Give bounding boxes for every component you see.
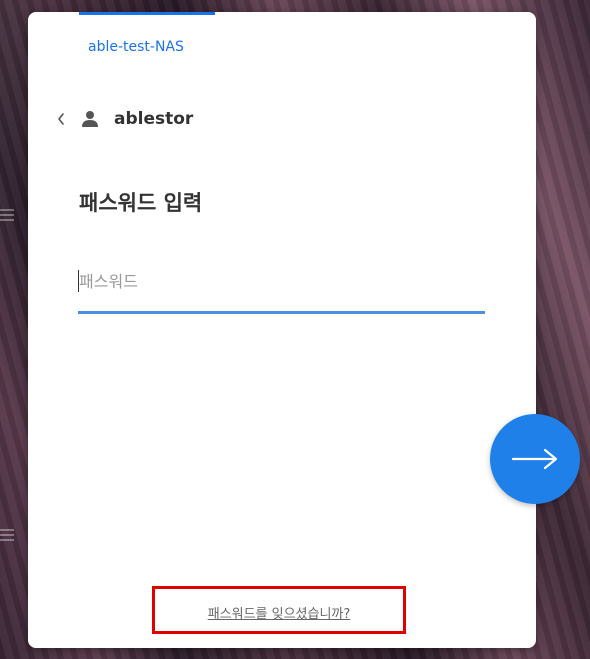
background-app-icon xyxy=(0,525,22,565)
nas-name-label: able-test-NAS xyxy=(88,39,184,55)
chevron-left-icon xyxy=(58,113,64,125)
tab-accent-bar xyxy=(79,12,215,15)
password-input[interactable] xyxy=(78,267,486,295)
background-app-icon xyxy=(0,205,22,245)
username-label: ablestor xyxy=(114,109,194,129)
user-icon xyxy=(80,109,100,129)
password-field-wrapper xyxy=(78,257,486,314)
login-card: able-test-NAS ablestor 패스워드 입력 패스워드를 잊으셨… xyxy=(28,12,536,648)
user-row: ablestor xyxy=(52,107,193,131)
arrow-right-icon xyxy=(511,448,558,470)
page-title: 패스워드 입력 xyxy=(79,191,203,215)
next-button[interactable] xyxy=(490,414,580,504)
text-caret xyxy=(78,270,79,292)
forgot-password-link[interactable]: 패스워드를 잊으셨습니까? xyxy=(155,603,403,622)
forgot-password-highlight: 패스워드를 잊으셨습니까? xyxy=(152,586,406,634)
back-button[interactable] xyxy=(52,108,70,130)
